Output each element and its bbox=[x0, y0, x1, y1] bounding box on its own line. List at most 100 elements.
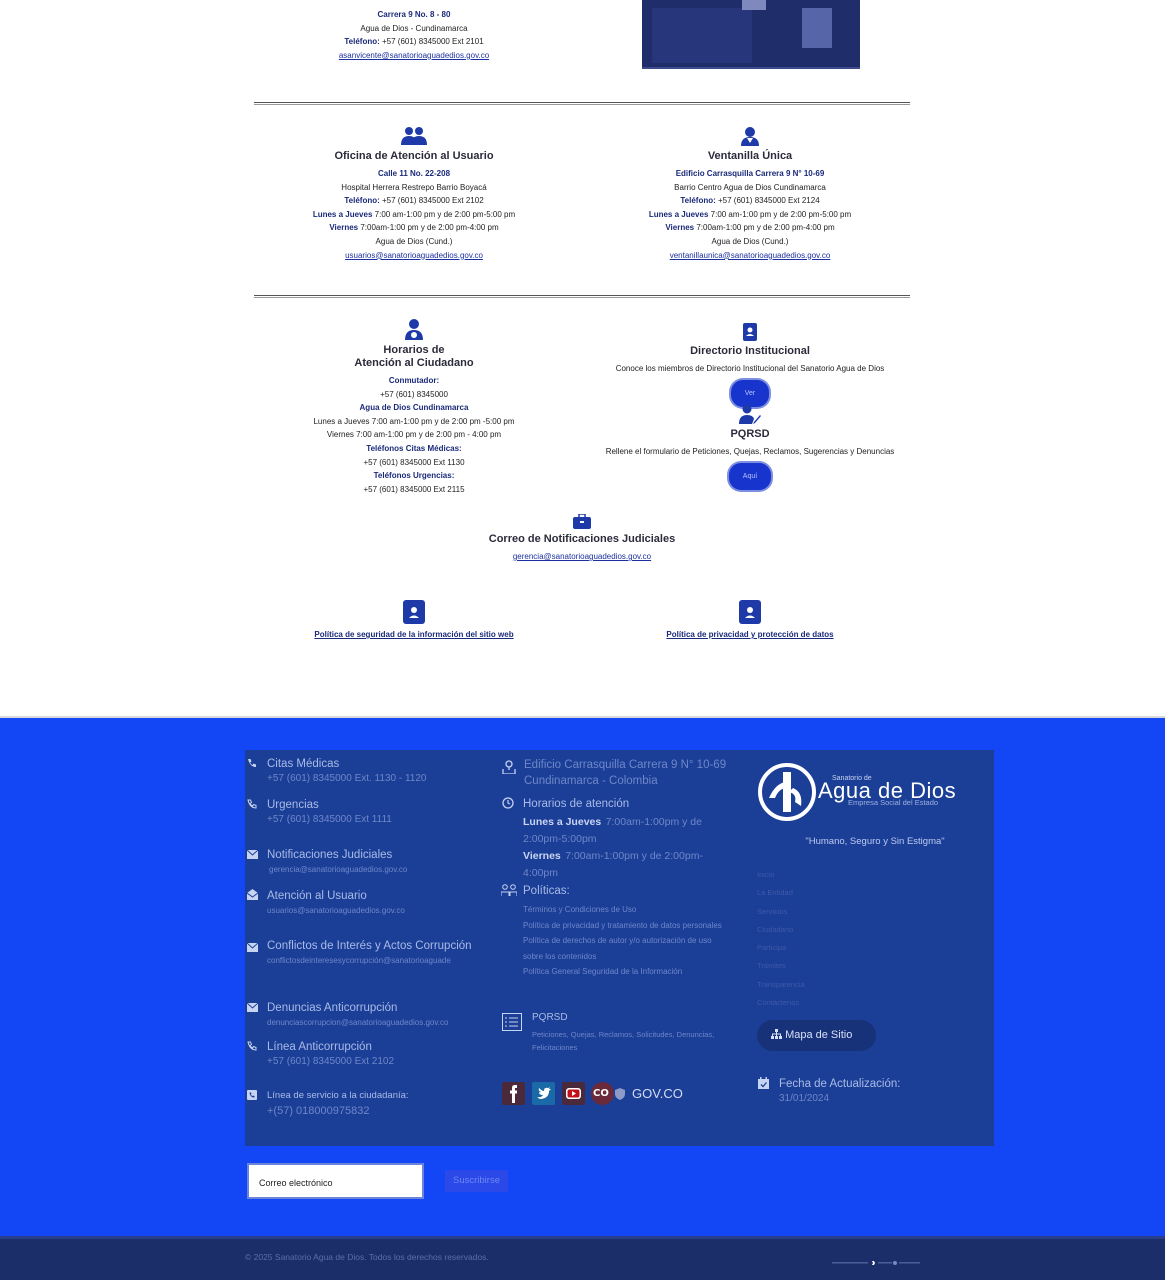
linea-servicio-phone[interactable]: +(57) 018000975832 bbox=[267, 1103, 409, 1119]
footer-address: Edificio Carrasquilla Carrera 9 N° 10-69… bbox=[524, 759, 727, 787]
address-item: Edificio Carrasquilla Carrera 9 N° 10-69… bbox=[524, 757, 734, 789]
citas-medicas-phone[interactable]: +57 (601) 8345000 Ext. 1130 - 1120 bbox=[267, 771, 426, 787]
linea-servicio-item: Línea de servicio a la ciudadanía: +(57)… bbox=[267, 1089, 409, 1119]
address-block: Carrera 9 No. 8 - 80 Agua de Dios - Cund… bbox=[314, 8, 514, 62]
politicas-title: Políticas: bbox=[523, 885, 570, 897]
logo-sub-text: Empresa Social del Estado bbox=[848, 798, 939, 807]
horarios-title1: Horarios de bbox=[383, 344, 445, 356]
ventanilla-email-link[interactable]: ventanillaunica@sanatorioaguadedios.gov.… bbox=[630, 249, 870, 263]
politica-seguridad-link[interactable]: Política General Seguridad de la Informa… bbox=[523, 964, 733, 980]
section-divider bbox=[254, 102, 910, 105]
oficina-address: Calle 11 No. 22-208 bbox=[377, 169, 451, 178]
shield-icon bbox=[615, 1088, 625, 1100]
ventanilla-address: Edificio Carrasquilla Carrera 9 N° 10-69 bbox=[675, 169, 825, 178]
address-email-link[interactable]: asanvicente@sanatorioaguadedios.gov.co bbox=[314, 49, 514, 63]
politica-privacidad-block[interactable]: Política de privacidad y protección de d… bbox=[630, 600, 870, 642]
directorio-desc: Conoce los miembros de Directorio Instit… bbox=[615, 364, 885, 373]
oficina-title: Oficina de Atención al Usuario bbox=[334, 150, 494, 162]
politica-derechos-link[interactable]: Política de derechos de autor y/o autori… bbox=[523, 933, 733, 964]
phone-value: +57 (601) 8345000 Ext 2101 bbox=[382, 37, 484, 47]
atencion-usuario-email[interactable]: usuarios@sanatorioaguadedios.gov.co bbox=[267, 903, 405, 918]
notificaciones-email-link[interactable]: gerencia@sanatorioaguadedios.gov.co bbox=[442, 550, 722, 564]
map-location-icon bbox=[502, 760, 516, 774]
urgencias-phone: +57 (601) 8345000 Ext 2115 bbox=[363, 484, 465, 494]
pqrsd-item[interactable]: PQRSD Peticiones, Quejas, Reclamos, Soli… bbox=[532, 1011, 737, 1054]
envelope-icon bbox=[247, 1003, 258, 1012]
youtube-icon[interactable] bbox=[562, 1082, 585, 1105]
oficina-location: Hospital Herrera Restrepo Barrio Boyacá bbox=[341, 182, 487, 192]
menu-participa[interactable]: Participa bbox=[757, 939, 805, 957]
twitter-icon[interactable] bbox=[532, 1082, 555, 1105]
list-icon bbox=[502, 1013, 522, 1031]
conmutador-label: Conmutador: bbox=[388, 376, 440, 385]
denuncias-item: Denuncias Anticorrupción denunciascorrup… bbox=[267, 1001, 448, 1030]
ventanilla-hours2-label: Viernes bbox=[665, 223, 695, 233]
envelope-icon bbox=[247, 850, 258, 859]
notificaciones-title: Notificaciones Judiciales bbox=[267, 849, 393, 861]
menu-servicios[interactable]: Servicios bbox=[757, 903, 805, 921]
phone-icon bbox=[248, 759, 256, 767]
pqrsd-title[interactable]: PQRSD bbox=[532, 1011, 737, 1025]
user-clock-icon bbox=[405, 319, 423, 340]
copyright: © 2025 Sanatorio Agua de Dios. Todos los… bbox=[245, 1252, 489, 1262]
horarios-city: Agua de Dios Cundinamarca bbox=[359, 403, 469, 413]
phone-label: Teléfono: bbox=[344, 37, 380, 47]
denuncias-email[interactable]: denunciascorrupcion@sanatorioaguadedios.… bbox=[267, 1015, 448, 1030]
pqrsd-aqui-button[interactable]: Aquí bbox=[728, 462, 772, 491]
politica-terminos-link[interactable]: Términos y Condiciones de Uso bbox=[523, 902, 733, 918]
citas-medicas-item: Citas Médicas +57 (601) 8345000 Ext. 113… bbox=[267, 757, 426, 787]
ventanilla-phone: +57 (601) 8345000 Ext 2124 bbox=[718, 196, 820, 206]
menu-transparencia[interactable]: Transparencia bbox=[757, 976, 805, 994]
politica-seguridad-block[interactable]: Política de seguridad de la información … bbox=[294, 600, 534, 642]
fecha-title: Fecha de Actualización: bbox=[779, 1078, 901, 1090]
linea-anticorrupcion-title: Línea Anticorrupción bbox=[267, 1041, 372, 1053]
politica-seguridad-link[interactable]: Política de seguridad de la información … bbox=[294, 628, 534, 642]
facebook-icon[interactable] bbox=[502, 1082, 525, 1105]
citas-phone: +57 (601) 8345000 Ext 1130 bbox=[363, 457, 465, 467]
menu-la-entidad[interactable]: La Entidad bbox=[757, 884, 805, 902]
citas-medicas-title: Citas Médicas bbox=[267, 758, 340, 770]
svg-text:CO: CO bbox=[593, 1088, 609, 1099]
ventanilla-hours1: 7:00 am-1:00 pm y de 2:00 pm-5:00 pm bbox=[710, 209, 852, 219]
urgencias-item: Urgencias +57 (601) 8345000 Ext 1111 bbox=[267, 798, 392, 828]
ventanilla-phone-label: Teléfono: bbox=[680, 196, 716, 206]
subscribe-button[interactable]: Suscribirse bbox=[445, 1170, 508, 1192]
govco-label[interactable]: GOV.CO bbox=[632, 1086, 683, 1101]
content-section: Carrera 9 No. 8 - 80 Agua de Dios - Cund… bbox=[0, 0, 1165, 716]
menu-contactenos[interactable]: Contáctenos bbox=[757, 994, 805, 1012]
conflictos-item: Conflictos de Interés y Actos Corrupción… bbox=[267, 939, 487, 968]
ventanilla-hours1-label: Lunes a Jueves bbox=[648, 209, 709, 219]
hours2-label: Viernes bbox=[523, 850, 561, 862]
conmutador-value: +57 (601) 8345000 bbox=[380, 389, 448, 399]
linea-servicio-title: Línea de servicio a la ciudadanía: bbox=[267, 1090, 409, 1101]
linea-anticorrupcion-phone[interactable]: +57 (601) 8345000 Ext 2102 bbox=[267, 1054, 394, 1070]
credit-mark bbox=[832, 1260, 920, 1267]
sanatorio-logo bbox=[757, 762, 817, 827]
politica-privacidad-link[interactable]: Política de privacidad y protección de d… bbox=[630, 628, 870, 642]
urgencias-title: Urgencias bbox=[267, 799, 319, 811]
bottom-bar bbox=[0, 1236, 1165, 1280]
subscribe-email-input[interactable]: Correo electrónico bbox=[247, 1163, 424, 1199]
pqrsd-desc: Rellene el formulario de Peticiones, Que… bbox=[605, 447, 895, 456]
sitemap-label: Mapa de Sitio bbox=[785, 1029, 853, 1041]
oficina-hours1-label: Lunes a Jueves bbox=[312, 209, 373, 219]
politicas-item: Políticas: Términos y Condiciones de Uso… bbox=[523, 884, 733, 980]
pqrsd-desc: Peticiones, Quejas, Reclamos, Solicitude… bbox=[532, 1030, 715, 1052]
conflictos-email[interactable]: conflictosdeinteresesycorrupción@sanator… bbox=[267, 953, 487, 968]
politica-privacidad-link[interactable]: Política de privacidad y tratamiento de … bbox=[523, 918, 733, 934]
sitemap-button[interactable]: Mapa de Sitio bbox=[757, 1020, 876, 1051]
notificaciones-email[interactable]: gerencia@sanatorioaguadedios.gov.co bbox=[267, 862, 407, 877]
envelope-icon bbox=[247, 943, 258, 952]
user-shield-icon bbox=[741, 127, 759, 146]
clock-icon bbox=[502, 797, 514, 809]
oficina-atencion-block: Oficina de Atención al Usuario Calle 11 … bbox=[294, 126, 534, 262]
urgencias-label: Teléfonos Urgencias: bbox=[373, 471, 455, 481]
menu-inicio[interactable]: Inicio bbox=[757, 866, 805, 884]
menu-ciudadano[interactable]: Ciudadano bbox=[757, 921, 805, 939]
urgencias-phone[interactable]: +57 (601) 8345000 Ext 1111 bbox=[267, 812, 392, 828]
notificaciones-item: Notificaciones Judiciales gerencia@sanat… bbox=[267, 848, 407, 877]
oficina-email-link[interactable]: usuarios@sanatorioaguadedios.gov.co bbox=[294, 249, 534, 263]
menu-tramites[interactable]: Trámites bbox=[757, 957, 805, 975]
fecha-actualizacion-item: Fecha de Actualización: 31/01/2024 bbox=[779, 1077, 900, 1107]
ventanilla-location: Barrio Centro Agua de Dios Cundinamarca bbox=[674, 182, 826, 192]
